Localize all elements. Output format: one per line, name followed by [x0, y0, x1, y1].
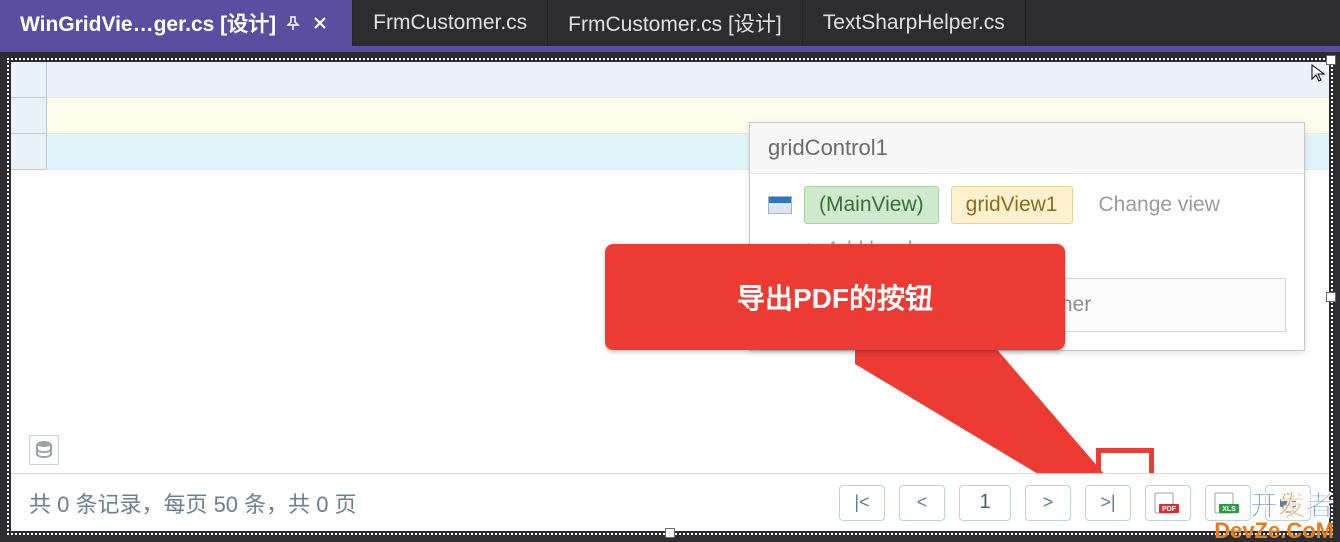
tab-frmcustomer-design[interactable]: FrmCustomer.cs [设计]: [548, 0, 803, 46]
run-designer-button[interactable]: Run Designer: [768, 278, 1286, 332]
main-view-chip[interactable]: (MainView): [804, 186, 939, 224]
pager-status: 共 0 条记录，每页 50 条，共 0 页: [29, 487, 357, 519]
annotation-target-box: [1096, 448, 1154, 473]
export-pdf-button[interactable]: PDF: [1145, 485, 1191, 521]
xls-badge-text: XLS: [1222, 506, 1236, 513]
pager-page-input[interactable]: [959, 485, 1011, 521]
pager-next-button[interactable]: >: [1025, 485, 1071, 521]
resize-handle[interactable]: [1326, 292, 1336, 302]
pager-last-button[interactable]: >|: [1085, 485, 1131, 521]
pager-prev-button[interactable]: <: [899, 485, 945, 521]
resize-handle[interactable]: [1326, 55, 1336, 65]
tab-active[interactable]: WinGridVie…ger.cs [设计]: [0, 0, 353, 46]
tab-frmcustomer[interactable]: FrmCustomer.cs: [353, 0, 548, 46]
pdf-badge-text: PDF: [1162, 506, 1177, 513]
add-level-label: Add level: [826, 238, 912, 262]
view-name-chip[interactable]: gridView1: [951, 186, 1073, 224]
tab-active-label: WinGridVie…ger.cs [设计]: [20, 8, 276, 38]
add-level-link[interactable]: + Add level: [768, 232, 1286, 278]
tab-textsharphelper[interactable]: TextSharpHelper.cs: [803, 0, 1026, 46]
pager-bar: 共 0 条记录，每页 50 条，共 0 页 |< < > >| PDF XLS: [11, 473, 1329, 531]
datasource-icon[interactable]: [29, 435, 59, 465]
pager-first-button[interactable]: |<: [839, 485, 885, 521]
smarttag-title: gridControl1: [750, 123, 1304, 174]
grid-control[interactable]: gridControl1 (MainView) gridView1 Change…: [11, 62, 1329, 473]
close-icon[interactable]: [314, 17, 332, 29]
tab-label: FrmCustomer.cs: [373, 11, 527, 35]
change-view-link[interactable]: Change view: [1085, 187, 1234, 223]
tab-label: TextSharpHelper.cs: [823, 11, 1005, 35]
form-surface[interactable]: gridControl1 (MainView) gridView1 Change…: [11, 62, 1329, 531]
document-tabstrip: WinGridVie…ger.cs [设计] FrmCustomer.cs Fr…: [0, 0, 1340, 52]
print-button[interactable]: [1265, 485, 1311, 521]
plus-icon: +: [802, 236, 816, 264]
pin-icon[interactable]: [286, 16, 304, 30]
grid-icon: [768, 196, 792, 214]
smarttag-body: (MainView) gridView1 Change view + Add l…: [750, 174, 1304, 350]
designer-canvas: gridControl1 (MainView) gridView1 Change…: [7, 58, 1333, 535]
smarttag-panel: gridControl1 (MainView) gridView1 Change…: [749, 122, 1305, 351]
tab-label: FrmCustomer.cs [设计]: [568, 8, 782, 38]
grid-row: [11, 62, 1329, 98]
export-xls-button[interactable]: XLS: [1205, 485, 1251, 521]
resize-handle[interactable]: [665, 528, 675, 538]
